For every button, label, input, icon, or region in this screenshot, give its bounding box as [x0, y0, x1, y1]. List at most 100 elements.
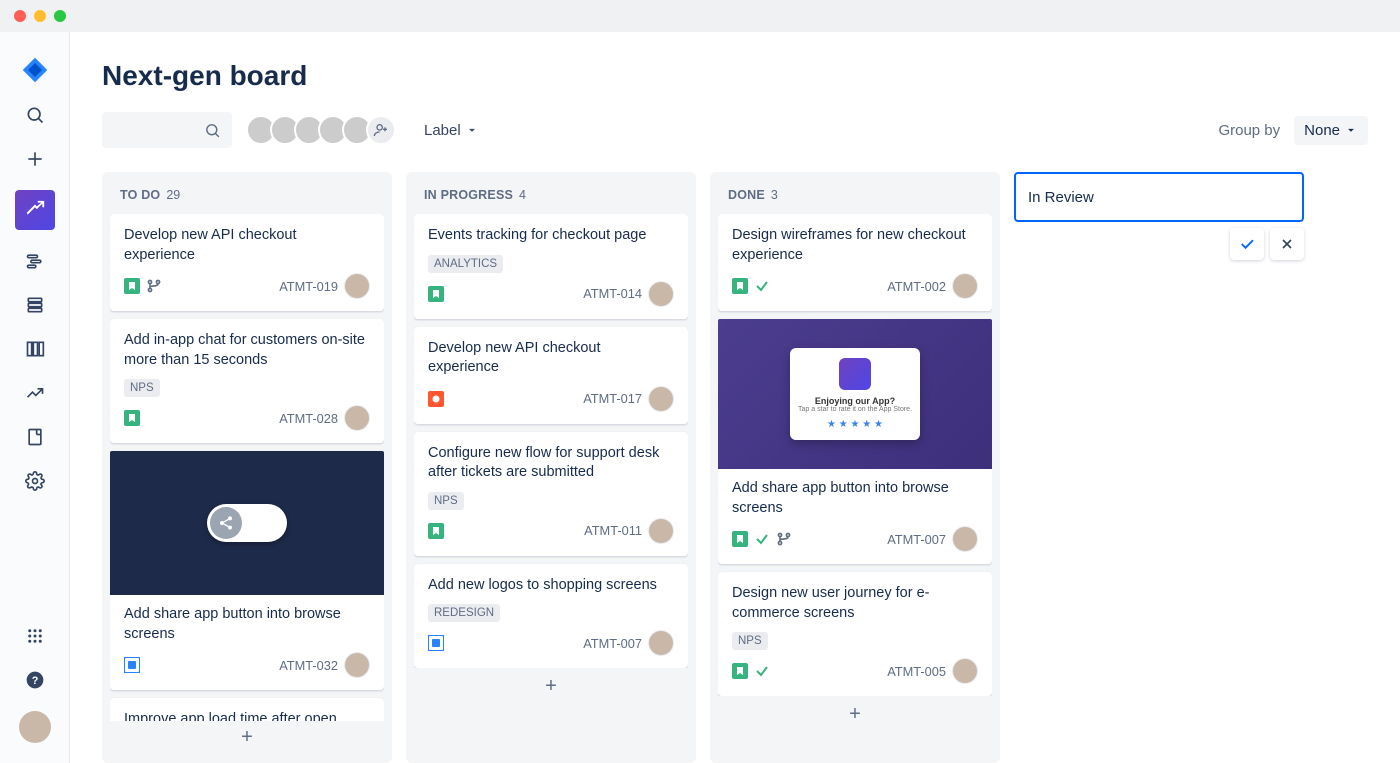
done-check-icon [754, 531, 770, 547]
help-icon[interactable]: ? [22, 667, 48, 693]
issue-key: ATMT-005 [887, 664, 946, 679]
groupby-dropdown[interactable]: None [1294, 116, 1368, 145]
assignee-avatar[interactable] [344, 652, 370, 678]
minimize-window-button[interactable] [34, 10, 46, 22]
column-count: 4 [519, 188, 526, 202]
issue-key: ATMT-019 [279, 279, 338, 294]
apps-grid-icon[interactable] [22, 623, 48, 649]
add-card-button[interactable]: + [718, 696, 992, 732]
add-people-button[interactable] [366, 115, 396, 145]
assignee-avatar[interactable] [344, 405, 370, 431]
global-sidebar: ? [0, 32, 70, 763]
board-card[interactable]: Configure new flow for support desk afte… [414, 432, 688, 556]
bug-icon [428, 391, 444, 407]
board-card[interactable]: Improve app load time after open [110, 698, 384, 721]
card-title: Configure new flow for support desk afte… [428, 444, 674, 483]
pages-icon[interactable] [22, 424, 48, 450]
board-card[interactable]: Design new user journey for e-commerce s… [718, 572, 992, 696]
assignee-avatar[interactable] [952, 273, 978, 299]
chevron-down-icon [465, 123, 479, 137]
board-toolbar: Label Group by None [102, 112, 1368, 148]
story-icon [732, 663, 748, 679]
card-title: Develop new API checkout experience [428, 339, 674, 378]
issue-key: ATMT-002 [887, 279, 946, 294]
new-column-name-input[interactable] [1014, 172, 1304, 222]
story-icon [124, 410, 140, 426]
board-search-input[interactable] [102, 112, 232, 148]
column-name: IN PROGRESS [424, 188, 513, 202]
assignee-avatar[interactable] [952, 658, 978, 684]
svg-text:?: ? [31, 675, 38, 687]
add-person-icon [373, 122, 389, 138]
board-card[interactable]: Events tracking for checkout page ANALYTI… [414, 214, 688, 319]
window-titlebar [0, 0, 1400, 32]
card-title: Improve app load time after open [124, 710, 370, 721]
profile-avatar[interactable] [19, 711, 51, 743]
card-label-badge: NPS [732, 632, 768, 650]
assignee-avatar[interactable] [648, 518, 674, 544]
project-app-icon[interactable] [15, 190, 55, 230]
cancel-new-column-button[interactable] [1270, 228, 1304, 260]
roadmap-icon[interactable] [22, 248, 48, 274]
assignee-avatar[interactable] [648, 281, 674, 307]
done-check-icon [754, 663, 770, 679]
board-columns: TO DO29Develop new API checkout experien… [102, 172, 1368, 763]
story-icon [428, 286, 444, 302]
settings-icon[interactable] [22, 468, 48, 494]
groupby-label: Group by [1218, 122, 1280, 139]
column-count: 3 [771, 188, 778, 202]
card-title: Add share app button into browse screens [124, 605, 370, 644]
label-filter-text: Label [424, 122, 461, 139]
card-title: Events tracking for checkout page [428, 226, 674, 246]
modal-subtitle: Tap a star to rate it on the App Store. [798, 406, 912, 413]
board-column: DONE 3 Design wireframes for new checkout … [710, 172, 1000, 763]
add-card-button[interactable]: + [414, 668, 688, 704]
assignee-avatar[interactable] [648, 630, 674, 656]
card-label-badge: NPS [124, 379, 160, 397]
issue-key: ATMT-032 [279, 658, 338, 673]
board-card[interactable]: Add new logos to shopping screensREDESIG… [414, 564, 688, 669]
search-icon[interactable] [22, 102, 48, 128]
task-icon [428, 635, 444, 651]
column-name: DONE [728, 188, 765, 202]
backlog-icon[interactable] [22, 292, 48, 318]
cards-list: Develop new API checkout experienceATMT-… [110, 214, 384, 721]
issue-key: ATMT-007 [583, 636, 642, 651]
groupby-value: None [1304, 122, 1340, 139]
add-card-button[interactable]: + [110, 721, 384, 755]
share-icon [218, 515, 234, 531]
assignee-avatar[interactable] [952, 526, 978, 552]
product-logo-icon[interactable] [21, 56, 49, 84]
card-title: Add share app button into browse screens [732, 479, 978, 518]
maximize-window-button[interactable] [54, 10, 66, 22]
board-column: TO DO29Develop new API checkout experien… [102, 172, 392, 763]
close-icon [1279, 236, 1295, 252]
board-card[interactable]: Add share app button into browse screens… [110, 451, 384, 690]
board-icon[interactable] [22, 336, 48, 362]
board-card[interactable]: Enjoying our App?Tap a star to rate it o… [718, 319, 992, 564]
card-title: Design wireframes for new checkout exper… [732, 226, 978, 265]
create-icon[interactable] [22, 146, 48, 172]
modal-title: Enjoying our App? [798, 396, 912, 406]
assignee-avatar[interactable] [344, 273, 370, 299]
chevron-down-icon [1344, 123, 1358, 137]
board-card[interactable]: Add in-app chat for customers on-site mo… [110, 319, 384, 443]
assignee-avatar[interactable] [648, 386, 674, 412]
card-label-badge: NPS [428, 492, 464, 510]
board-card[interactable]: Develop new API checkout experienceATMT-… [414, 327, 688, 424]
column-count: 29 [166, 188, 180, 202]
label-filter-dropdown[interactable]: Label [420, 116, 483, 145]
card-label-badge: ANALYTICS [428, 255, 503, 273]
close-window-button[interactable] [14, 10, 26, 22]
board-card[interactable]: Design wireframes for new checkout exper… [718, 214, 992, 311]
confirm-new-column-button[interactable] [1230, 228, 1264, 260]
card-cover-image: Enjoying our App?Tap a star to rate it o… [718, 319, 992, 469]
card-title: Design new user journey for e-commerce s… [732, 584, 978, 623]
search-icon [204, 122, 221, 139]
page-title: Next-gen board [102, 60, 1368, 92]
check-icon [1238, 235, 1256, 253]
board-card[interactable]: Develop new API checkout experienceATMT-… [110, 214, 384, 311]
cards-list: Design wireframes for new checkout exper… [718, 214, 992, 696]
reports-icon[interactable] [22, 380, 48, 406]
task-icon [124, 657, 140, 673]
